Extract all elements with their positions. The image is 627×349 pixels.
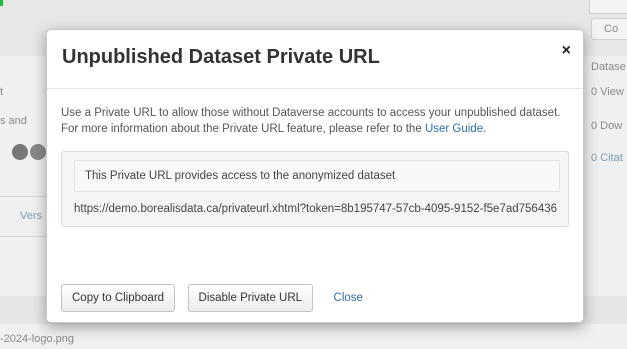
background-text-fragment: Datase [591,61,626,73]
background-text-fragment: 0 Dow [591,120,623,132]
modal-title: Unpublished Dataset Private URL [62,46,380,68]
modal-header: Unpublished Dataset Private URL × [47,30,583,89]
private-url-well: This Private URL provides access to the … [61,151,569,227]
modal-body: Use a Private URL to allow those without… [47,89,583,227]
background-text-fragment: -2024-logo.png [0,333,75,345]
private-url-text[interactable]: https://demo.borealisdata.ca/privateurl.… [74,201,560,217]
background-divider [0,196,46,197]
user-guide-link[interactable]: User Guide [425,123,483,135]
background-link-fragment: 0 Citat [591,152,623,164]
green-marker [0,0,3,6]
background-text-fragment: s and [0,115,27,127]
background-license-icon [30,144,46,160]
anonymized-alert: This Private URL provides access to the … [74,160,560,192]
background-box-top-right [589,0,627,14]
close-icon[interactable]: × [562,43,571,59]
copy-to-clipboard-button[interactable]: Copy to Clipboard [61,284,176,312]
background-license-icon [12,144,28,160]
background-text-fragment: t [0,86,4,98]
disable-private-url-button[interactable]: Disable Private URL [187,284,314,312]
private-url-modal: Unpublished Dataset Private URL × Use a … [46,29,584,323]
modal-description: Use a Private URL to allow those without… [61,105,567,137]
background-divider [0,236,46,237]
description-end: . [483,123,487,135]
background-co-button: Co [591,18,627,40]
background-link-fragment: Vers [20,210,43,222]
modal-footer: Copy to Clipboard Disable Private URL Cl… [61,284,569,314]
close-button[interactable]: Close [334,292,363,304]
background-text-fragment: 0 View [591,86,624,98]
